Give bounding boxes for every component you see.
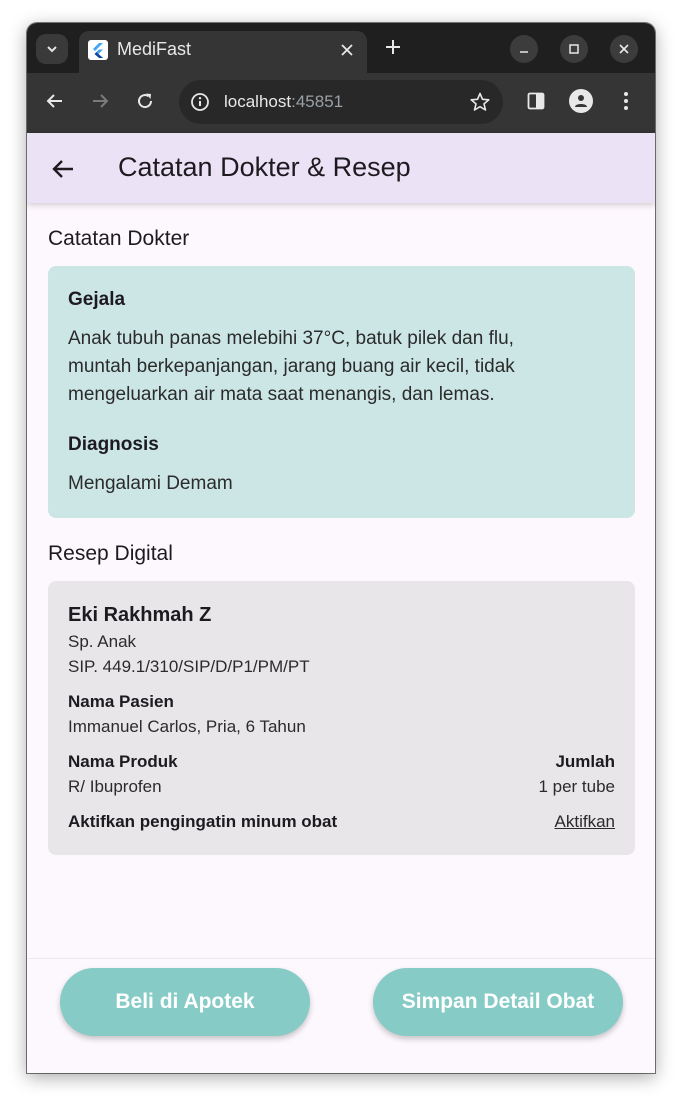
symptoms-label: Gejala — [68, 289, 126, 310]
plus-icon — [386, 40, 400, 54]
prescription-card: Eki Rakhmah Z Sp. Anak SIP. 449.1/310/SI… — [48, 581, 635, 855]
patient-label: Nama Pasien — [68, 692, 174, 711]
arrow-left-icon — [46, 94, 62, 108]
side-panel-button[interactable] — [524, 89, 548, 113]
activate-reminder-link[interactable]: Aktifkan — [555, 812, 615, 832]
browser-toolbar: localhost:45851 — [27, 73, 655, 133]
reload-icon — [138, 93, 153, 109]
reload-button[interactable] — [133, 89, 157, 113]
maximize-icon — [569, 44, 579, 54]
symptoms-line-2: muntah berkepanjangan, jarang buang air … — [68, 356, 515, 377]
browser-window: MediFast localhost:45851 Catatan Dokter … — [27, 23, 655, 1073]
info-icon[interactable] — [190, 92, 210, 112]
url-port: :45851 — [291, 92, 344, 111]
tab-search-button[interactable] — [36, 34, 68, 64]
url-host: localhost — [224, 92, 292, 111]
page-title: Catatan Dokter & Resep — [118, 152, 411, 182]
doctor-specialty: Sp. Anak — [68, 632, 137, 651]
arrow-back-icon — [52, 160, 73, 178]
product-label: Nama Produk — [68, 752, 178, 771]
close-tab-icon[interactable] — [337, 40, 357, 60]
close-window-button[interactable] — [610, 35, 638, 63]
doctor-notes-card: Gejala Anak tubuh panas melebihi 37°C, b… — [48, 266, 635, 518]
patient-value: Immanuel Carlos, Pria, 6 Tahun — [68, 717, 306, 736]
notes-section-title: Catatan Dokter — [48, 227, 190, 250]
product-value: R/ Ibuprofen — [68, 777, 162, 796]
tab-title: MediFast — [117, 39, 192, 59]
back-button[interactable] — [43, 89, 67, 113]
prescription-section-title: Resep Digital — [48, 542, 173, 565]
chevron-down-icon — [47, 46, 57, 53]
more-vertical-icon — [624, 92, 628, 110]
tab-strip: MediFast — [27, 23, 655, 73]
close-icon — [619, 44, 629, 54]
minimize-button[interactable] — [510, 35, 538, 63]
doctor-sip: SIP. 449.1/310/SIP/D/P1/PM/PT — [68, 657, 310, 676]
symptoms-line-3: mengeluarkan air mata saat menangis, dan… — [68, 384, 495, 405]
forward-button[interactable] — [88, 89, 112, 113]
save-medicine-details-button[interactable]: Simpan Detail Obat — [373, 968, 623, 1036]
side-panel-icon — [527, 92, 545, 110]
app-bar: Catatan Dokter & Resep — [27, 133, 655, 203]
bottom-divider — [27, 958, 655, 959]
quantity-label: Jumlah — [555, 752, 615, 771]
menu-button[interactable] — [614, 89, 638, 113]
symptoms-line-1: Anak tubuh panas melebihi 37°C, batuk pi… — [68, 328, 514, 349]
reminder-label: Aktifkan pengingatin minum obat — [68, 812, 338, 831]
doctor-name: Eki Rakhmah Z — [68, 604, 212, 626]
maximize-button[interactable] — [560, 35, 588, 63]
flutter-icon — [88, 40, 108, 60]
address-bar[interactable]: localhost:45851 — [179, 80, 503, 124]
new-tab-button[interactable] — [381, 35, 405, 59]
star-icon[interactable] — [469, 91, 491, 113]
person-icon — [575, 95, 587, 107]
profile-button[interactable] — [569, 89, 593, 113]
diagnosis-label: Diagnosis — [68, 434, 159, 455]
arrow-right-icon — [93, 94, 109, 108]
buy-at-pharmacy-button[interactable]: Beli di Apotek — [60, 968, 310, 1036]
url-text[interactable]: localhost:45851 — [224, 92, 343, 112]
minimize-icon — [520, 51, 528, 53]
browser-tab[interactable]: MediFast — [79, 31, 367, 73]
diagnosis-text: Mengalami Demam — [68, 473, 233, 494]
back-arrow-button[interactable] — [49, 155, 77, 183]
quantity-value: 1 per tube — [538, 777, 615, 796]
